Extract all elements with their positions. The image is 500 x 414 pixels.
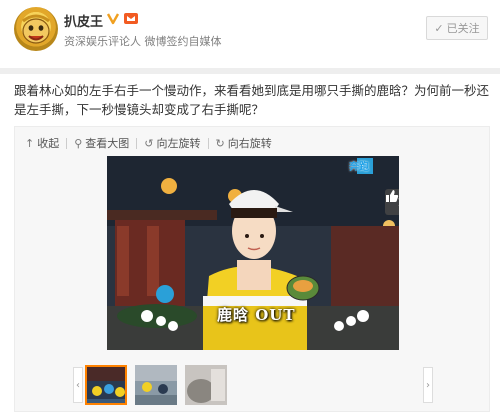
toolbar-separator bbox=[136, 137, 138, 149]
member-rank-icon[interactable] bbox=[123, 11, 139, 25]
rotate-left-icon: ↺ bbox=[144, 136, 154, 150]
collapse-label: 收起 bbox=[37, 137, 60, 150]
magnifier-icon: ⚲ bbox=[74, 136, 83, 150]
thumbnail-strip: ‹ › bbox=[15, 361, 491, 407]
follow-label: 已关注 bbox=[446, 22, 480, 35]
toolbar-separator bbox=[207, 137, 209, 149]
thumbnail-item[interactable] bbox=[85, 365, 127, 405]
post-header: 扒皮王 资深娱乐评论人 微博签约自媒体 ✓ 已关注 bbox=[0, 0, 500, 62]
media-toolbar: ↑ 收起 ⚲ 查看大图 ↺ 向左旋转 ↻ 向右旋转 bbox=[25, 135, 272, 151]
thumbnail-item[interactable] bbox=[185, 365, 227, 405]
view-large-label: 查看大图 bbox=[85, 137, 130, 150]
check-icon: ✓ bbox=[434, 21, 444, 35]
avatar-monkey-face bbox=[22, 14, 50, 44]
rotate-left-button[interactable]: ↺ 向左旋转 bbox=[144, 135, 200, 151]
image-caption: 鹿晗 OUT bbox=[217, 306, 296, 324]
main-image[interactable]: 奔跑 鹿晗 OUT 148 bbox=[107, 156, 399, 350]
thumbs-up-icon bbox=[386, 190, 399, 202]
thumbnail-item[interactable] bbox=[135, 365, 177, 405]
next-thumbnail-button[interactable]: › bbox=[423, 367, 433, 403]
chevron-left-icon: ‹ bbox=[76, 379, 80, 391]
toolbar-separator bbox=[66, 137, 68, 149]
rotate-right-button[interactable]: ↻ 向右旋转 bbox=[216, 135, 272, 151]
verified-icon bbox=[106, 13, 120, 25]
follow-button[interactable]: ✓ 已关注 bbox=[426, 16, 488, 40]
rotate-right-icon: ↻ bbox=[215, 136, 225, 150]
like-badge[interactable]: 148 bbox=[385, 189, 399, 215]
rotate-right-label: 向右旋转 bbox=[227, 137, 272, 150]
view-large-button[interactable]: ⚲ 查看大图 bbox=[74, 135, 129, 151]
collapse-button[interactable]: ↑ 收起 bbox=[25, 135, 59, 151]
post-text: 跟着林心如的左手右手一个慢动作，来看看她到底是用哪只手撕的鹿晗？为何前一秒还是左… bbox=[14, 83, 490, 117]
user-name[interactable]: 扒皮王 bbox=[64, 11, 103, 30]
user-description: 资深娱乐评论人 微博签约自媒体 bbox=[64, 35, 222, 48]
section-divider bbox=[0, 68, 500, 74]
rotate-left-label: 向左旋转 bbox=[156, 137, 201, 150]
collapse-up-icon: ↑ bbox=[25, 136, 35, 150]
avatar[interactable] bbox=[14, 7, 58, 51]
chevron-right-icon: › bbox=[426, 379, 430, 391]
show-logo: 奔跑 bbox=[349, 162, 369, 173]
prev-thumbnail-button[interactable]: ‹ bbox=[73, 367, 83, 403]
media-viewer: ↑ 收起 ⚲ 查看大图 ↺ 向左旋转 ↻ 向右旋转 奔跑 鹿晗 OUT ‹ › bbox=[14, 126, 490, 412]
